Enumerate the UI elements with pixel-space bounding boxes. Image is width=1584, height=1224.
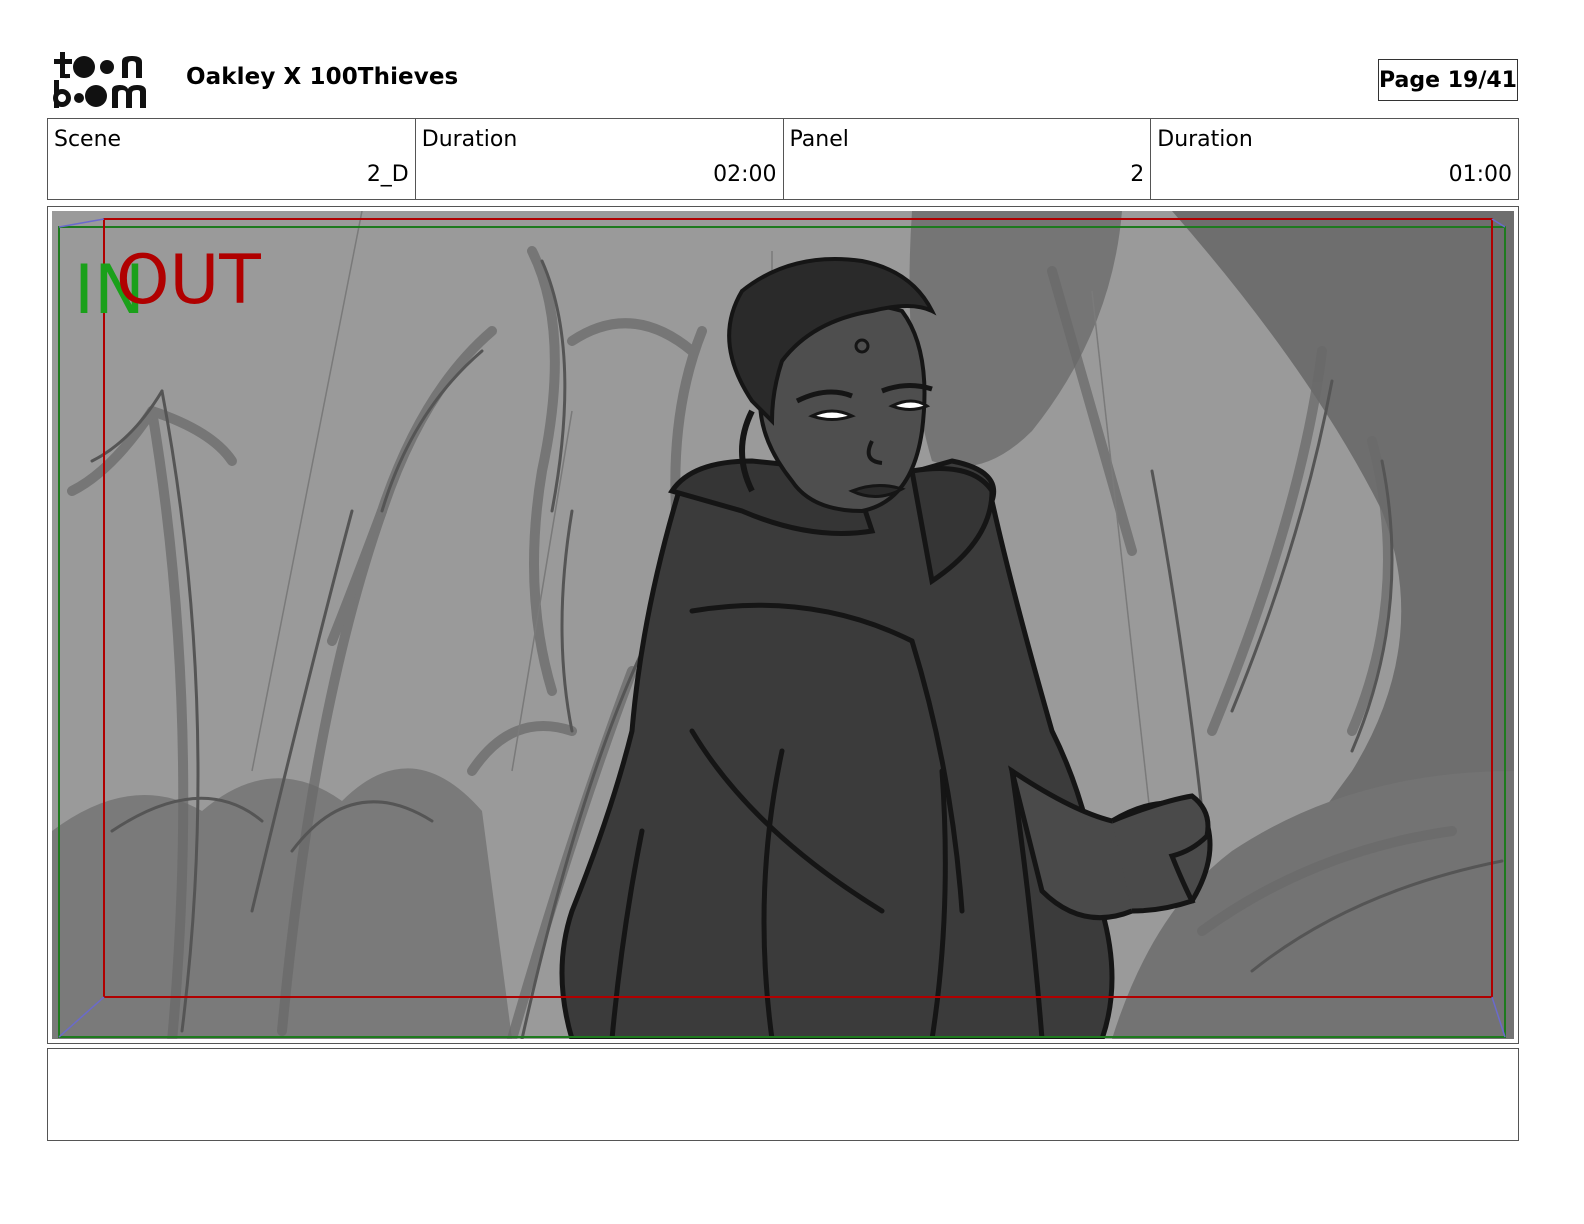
storyboard-panel: IN OUT bbox=[47, 206, 1519, 1044]
panel-duration-cell: Duration 01:00 bbox=[1151, 119, 1518, 199]
scene-duration-label: Duration bbox=[421, 127, 518, 152]
document-title: Oakley X 100Thieves bbox=[186, 64, 459, 90]
notes-box bbox=[47, 1048, 1519, 1141]
panel-duration-value: 01:00 bbox=[1448, 162, 1512, 187]
toon-boom-logo bbox=[52, 50, 162, 112]
scene-duration-value: 02:00 bbox=[713, 162, 777, 187]
panel-cell: Panel 2 bbox=[784, 119, 1152, 199]
panel-label: Panel bbox=[789, 127, 849, 152]
out-marker: OUT bbox=[116, 241, 261, 320]
scene-cell: Scene 2_D bbox=[48, 119, 416, 199]
panel-value: 2 bbox=[1130, 162, 1145, 187]
page-counter: Page 19/41 bbox=[1378, 59, 1518, 101]
info-table: Scene 2_D Duration 02:00 Panel 2 Duratio… bbox=[47, 118, 1519, 200]
scene-duration-cell: Duration 02:00 bbox=[416, 119, 784, 199]
panel-duration-label: Duration bbox=[1157, 127, 1253, 152]
panel-drawing: IN OUT bbox=[52, 211, 1514, 1039]
scene-label: Scene bbox=[54, 127, 122, 152]
scene-value: 2_D bbox=[366, 162, 409, 187]
